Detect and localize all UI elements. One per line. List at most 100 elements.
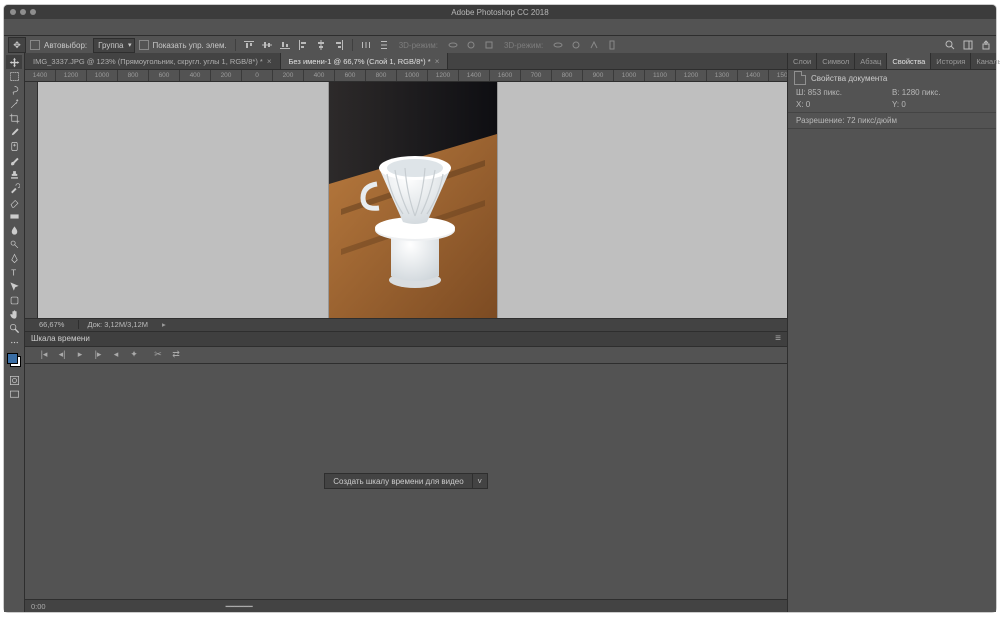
ruler-tick: 900 [583, 70, 614, 81]
mute-icon[interactable]: ◂ [111, 350, 121, 360]
create-timeline-dropdown[interactable]: ˅ [473, 473, 488, 489]
document-tabs: IMG_3337.JPG @ 123% (Прямоугольник, скру… [25, 53, 787, 70]
canvas[interactable] [38, 82, 787, 318]
blur-tool[interactable] [6, 223, 22, 237]
type-tool[interactable]: T [6, 265, 22, 279]
document-icon [794, 71, 806, 85]
rtab-layers[interactable]: Слои [788, 53, 817, 69]
ruler-tick: 1300 [707, 70, 738, 81]
right-tabs: Слои Символ Абзац Свойства История Канал… [788, 53, 996, 70]
move-tool-indicator[interactable]: ✥ [8, 37, 26, 53]
healing-tool[interactable] [6, 139, 22, 153]
workspace-icon[interactable] [962, 39, 974, 51]
screen-mode-tool[interactable] [6, 387, 22, 401]
first-frame-icon[interactable]: |◂ [39, 350, 49, 360]
rtab-channels[interactable]: Каналы [971, 53, 1000, 69]
mode3d-icon-1[interactable] [447, 39, 459, 51]
close-tab-icon[interactable]: × [435, 57, 440, 66]
history-brush-tool[interactable] [6, 181, 22, 195]
align-vcenter-icon[interactable] [261, 39, 273, 51]
canvas-row [25, 82, 787, 318]
rtab-paragraph[interactable]: Абзац [855, 53, 887, 69]
document-image[interactable] [329, 82, 497, 318]
mode3d-label-1: 3D-режим: [399, 41, 438, 50]
ruler-tick: 1500 [769, 70, 787, 81]
align-top-icon[interactable] [243, 39, 255, 51]
app-title: Adobe Photoshop CC 2018 [4, 8, 996, 17]
brush-tool[interactable] [6, 153, 22, 167]
play-icon[interactable]: ▸ [75, 350, 85, 360]
lasso-tool[interactable] [6, 83, 22, 97]
prop-x: X: 0 [796, 100, 892, 109]
zoom-display[interactable]: 66,67% [25, 320, 78, 329]
mode3d-icon-3[interactable] [483, 39, 495, 51]
transition-icon[interactable]: ⇄ [171, 350, 181, 360]
search-icon[interactable] [944, 39, 956, 51]
marquee-tool[interactable] [6, 69, 22, 83]
show-transform-checkbox[interactable] [139, 40, 149, 50]
path-tool[interactable] [6, 279, 22, 293]
align-hcenter-icon[interactable] [315, 39, 327, 51]
rtab-properties[interactable]: Свойства [887, 53, 931, 69]
timeline-menu-icon[interactable]: ≡ [775, 333, 781, 344]
move-tool[interactable] [6, 55, 22, 69]
ruler-tick: 400 [304, 70, 335, 81]
color-swatches[interactable] [7, 353, 21, 367]
share-icon[interactable] [980, 39, 992, 51]
align-right-icon[interactable] [333, 39, 345, 51]
timeline-zoom-slider[interactable]: ━━━━━━ [226, 602, 253, 611]
timeline-time: 0:00 [31, 602, 46, 611]
mode3d-icon-4[interactable] [552, 39, 564, 51]
shape-tool[interactable] [6, 293, 22, 307]
stamp-tool[interactable] [6, 167, 22, 181]
distribute-h-icon[interactable] [360, 39, 372, 51]
opt-right-icons [944, 39, 992, 51]
hand-tool[interactable] [6, 307, 22, 321]
mode3d-icon-2[interactable] [465, 39, 477, 51]
dodge-tool[interactable] [6, 237, 22, 251]
quick-mask-tool[interactable] [6, 373, 22, 387]
next-frame-icon[interactable]: |▸ [93, 350, 103, 360]
close-tab-icon[interactable]: × [267, 57, 272, 66]
split-icon[interactable]: ✂ [153, 350, 163, 360]
distribute-v-icon[interactable] [378, 39, 390, 51]
auto-select-dropdown[interactable]: Группа [93, 38, 134, 53]
wand-tool[interactable] [6, 97, 22, 111]
mode3d-icon-5[interactable] [570, 39, 582, 51]
mode3d-icon-7[interactable] [606, 39, 618, 51]
prev-frame-icon[interactable]: ◂| [57, 350, 67, 360]
zoom-tool[interactable] [6, 321, 22, 335]
docsize-display[interactable]: Док: 3,12M/3,12M [78, 320, 156, 329]
rtab-history[interactable]: История [931, 53, 971, 69]
auto-select-label: Автовыбор: [44, 41, 87, 50]
tab-label: Без имени-1 @ 66,7% (Слой 1, RGB/8*) * [289, 57, 431, 66]
auto-select-checkbox[interactable] [30, 40, 40, 50]
rtab-character[interactable]: Символ [817, 53, 855, 69]
ruler-vertical[interactable] [25, 82, 38, 318]
extra-tools[interactable] [6, 335, 22, 349]
document-tab-1[interactable]: Без имени-1 @ 66,7% (Слой 1, RGB/8*) * × [281, 53, 449, 69]
ruler-horizontal[interactable]: 1400120010008006004002000200400600800100… [25, 70, 787, 82]
mode3d-icon-6[interactable] [588, 39, 600, 51]
status-bar: 66,67% Док: 3,12M/3,12M ▸ [25, 318, 787, 331]
ruler-tick: 1600 [490, 70, 521, 81]
main-area: T IMG_3337.JPG @ 123% (Прямоугольник, ск… [4, 53, 996, 612]
crop-tool[interactable] [6, 111, 22, 125]
create-timeline-button[interactable]: Создать шкалу времени для видео [324, 473, 472, 489]
fg-color-swatch[interactable] [7, 353, 18, 364]
pen-tool[interactable] [6, 251, 22, 265]
eraser-tool[interactable] [6, 195, 22, 209]
status-menu-icon[interactable]: ▸ [156, 320, 172, 329]
loop-icon[interactable]: ✦ [129, 350, 139, 360]
eyedropper-tool[interactable] [6, 125, 22, 139]
timeline-panel: Создать шкалу времени для видео ˅ [25, 364, 787, 600]
gradient-tool[interactable] [6, 209, 22, 223]
align-left-icon[interactable] [297, 39, 309, 51]
align-bottom-icon[interactable] [279, 39, 291, 51]
timeline-tab-label[interactable]: Шкала времени [31, 334, 90, 343]
properties-title: Свойства документа [811, 74, 887, 83]
ruler-tick: 200 [211, 70, 242, 81]
timeline-footer: 0:00 ━━━━━━ [25, 599, 787, 612]
document-tab-0[interactable]: IMG_3337.JPG @ 123% (Прямоугольник, скру… [25, 53, 281, 69]
properties-resolution: Разрешение: 72 пикс/дюйм [788, 112, 996, 129]
